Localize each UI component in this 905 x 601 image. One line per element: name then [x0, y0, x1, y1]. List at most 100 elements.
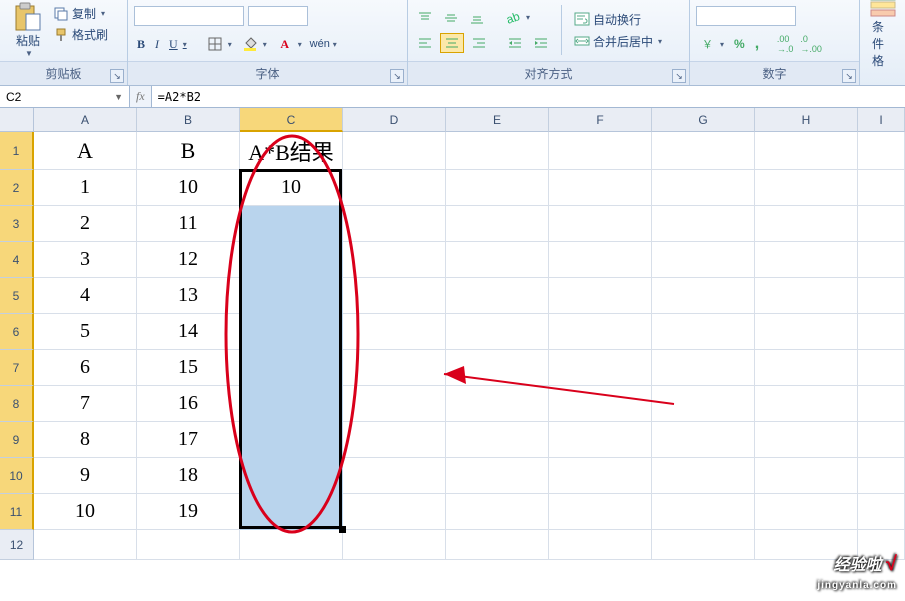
cell-D9[interactable] [343, 422, 446, 458]
dialog-launcher-icon[interactable]: ↘ [672, 69, 686, 83]
row-header-2[interactable]: 2 [0, 170, 34, 206]
column-header-A[interactable]: A [34, 108, 137, 132]
align-center-button[interactable] [440, 33, 464, 53]
cell-G3[interactable] [652, 206, 755, 242]
cell-I5[interactable] [858, 278, 905, 314]
comma-button[interactable]: , [752, 34, 762, 54]
cell-G9[interactable] [652, 422, 755, 458]
cell-A12[interactable] [34, 530, 137, 560]
cell-F4[interactable] [549, 242, 652, 278]
cell-B8[interactable]: 16 [137, 386, 240, 422]
cell-I10[interactable] [858, 458, 905, 494]
cell-C2[interactable]: 10 [240, 170, 343, 206]
font-size-select[interactable] [248, 6, 308, 26]
row-header-1[interactable]: 1 [0, 132, 34, 170]
cell-F7[interactable] [549, 350, 652, 386]
cells-area[interactable]: ABA*B结果110102113124135146157168179181019 [34, 132, 905, 560]
cell-A7[interactable]: 6 [34, 350, 137, 386]
fill-handle[interactable] [339, 526, 346, 533]
decrease-decimal-button[interactable]: .0→.00 [800, 35, 822, 53]
increase-indent-button[interactable] [530, 34, 552, 52]
paste-button[interactable]: 粘贴 ▼ [6, 2, 50, 58]
column-header-B[interactable]: B [137, 108, 240, 132]
name-box[interactable]: C2 ▼ [0, 86, 130, 107]
cell-B6[interactable]: 14 [137, 314, 240, 350]
conditional-formatting-button[interactable]: 条件格 [866, 2, 899, 58]
cell-D1[interactable] [343, 132, 446, 170]
cell-H8[interactable] [755, 386, 858, 422]
cell-E3[interactable] [446, 206, 549, 242]
phonetic-button[interactable]: wén▾ [309, 35, 340, 53]
cell-C1[interactable]: A*B结果 [240, 132, 343, 170]
cell-C7[interactable] [240, 350, 343, 386]
cell-B10[interactable]: 18 [137, 458, 240, 494]
cell-C6[interactable] [240, 314, 343, 350]
decrease-indent-button[interactable] [504, 34, 526, 52]
column-header-D[interactable]: D [343, 108, 446, 132]
cell-G12[interactable] [652, 530, 755, 560]
cell-A4[interactable]: 3 [34, 242, 137, 278]
cell-A9[interactable]: 8 [34, 422, 137, 458]
cell-E2[interactable] [446, 170, 549, 206]
cell-A2[interactable]: 1 [34, 170, 137, 206]
cell-E12[interactable] [446, 530, 549, 560]
cell-D2[interactable] [343, 170, 446, 206]
select-all-corner[interactable] [0, 108, 34, 132]
cell-D7[interactable] [343, 350, 446, 386]
column-header-I[interactable]: I [858, 108, 905, 132]
row-header-6[interactable]: 6 [0, 314, 34, 350]
cell-G8[interactable] [652, 386, 755, 422]
cell-H2[interactable] [755, 170, 858, 206]
cell-D11[interactable] [343, 494, 446, 530]
cell-F9[interactable] [549, 422, 652, 458]
copy-button[interactable]: 复制▾ [50, 4, 111, 23]
cell-B11[interactable]: 19 [137, 494, 240, 530]
fx-button[interactable]: fx [136, 89, 145, 104]
cell-B4[interactable]: 12 [137, 242, 240, 278]
wrap-text-button[interactable]: 自动换行 [571, 10, 665, 29]
cell-H5[interactable] [755, 278, 858, 314]
cell-C4[interactable] [240, 242, 343, 278]
cell-B1[interactable]: B [137, 132, 240, 170]
cell-F12[interactable] [549, 530, 652, 560]
cell-I7[interactable] [858, 350, 905, 386]
cell-G7[interactable] [652, 350, 755, 386]
cell-A8[interactable]: 7 [34, 386, 137, 422]
number-format-select[interactable] [696, 6, 796, 26]
cell-E6[interactable] [446, 314, 549, 350]
cell-A11[interactable]: 10 [34, 494, 137, 530]
cell-D8[interactable] [343, 386, 446, 422]
cell-G4[interactable] [652, 242, 755, 278]
cell-I4[interactable] [858, 242, 905, 278]
cell-E5[interactable] [446, 278, 549, 314]
cell-C10[interactable] [240, 458, 343, 494]
cell-G5[interactable] [652, 278, 755, 314]
cell-H11[interactable] [755, 494, 858, 530]
orientation-button[interactable]: ab▾ [502, 9, 533, 27]
cell-I8[interactable] [858, 386, 905, 422]
cell-B2[interactable]: 10 [137, 170, 240, 206]
fill-color-button[interactable]: ▾ [239, 35, 270, 53]
cell-I1[interactable] [858, 132, 905, 170]
cell-D5[interactable] [343, 278, 446, 314]
bold-button[interactable]: B [134, 36, 148, 53]
cell-F6[interactable] [549, 314, 652, 350]
cell-D4[interactable] [343, 242, 446, 278]
formula-input[interactable]: =A2*B2 [152, 86, 905, 107]
cell-C9[interactable] [240, 422, 343, 458]
cell-H6[interactable] [755, 314, 858, 350]
align-middle-button[interactable] [440, 9, 462, 27]
cell-H1[interactable] [755, 132, 858, 170]
accounting-format-button[interactable]: ￥▾ [696, 35, 727, 53]
cell-H10[interactable] [755, 458, 858, 494]
column-header-E[interactable]: E [446, 108, 549, 132]
align-bottom-button[interactable] [466, 9, 488, 27]
column-header-G[interactable]: G [652, 108, 755, 132]
row-header-8[interactable]: 8 [0, 386, 34, 422]
row-header-11[interactable]: 11 [0, 494, 34, 530]
cell-E7[interactable] [446, 350, 549, 386]
cell-G6[interactable] [652, 314, 755, 350]
cell-F11[interactable] [549, 494, 652, 530]
align-left-button[interactable] [414, 34, 436, 52]
increase-decimal-button[interactable]: .00→.0 [774, 35, 796, 53]
